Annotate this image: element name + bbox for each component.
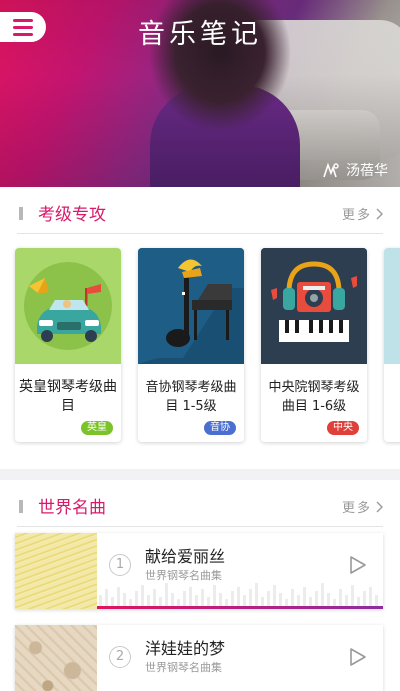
card-title: 中央院钢琴考级曲目 1-6级	[268, 380, 360, 414]
artist-name: 汤蓓华	[346, 163, 388, 179]
section-marker	[19, 207, 23, 220]
app-screen: 音乐笔记 汤蓓华 考级专攻 更多 英皇钢琴考级曲目 英皇 音协钢琴考级曲目 1-…	[0, 0, 400, 691]
exam-card-partial[interactable]	[384, 248, 400, 442]
artist-credit[interactable]: 汤蓓华	[322, 160, 388, 180]
card-artwork	[138, 248, 244, 364]
song-index: 2	[109, 646, 131, 668]
divider	[17, 233, 383, 234]
exam-card-musicians-association[interactable]: 音协钢琴考级曲目 1-5级 音协	[138, 248, 244, 442]
divider	[17, 526, 383, 527]
song-item[interactable]: 2 洋娃娃的梦 世界钢琴名曲集	[15, 625, 383, 691]
section-title: 世界名曲	[38, 498, 106, 518]
section-title: 考级专攻	[38, 205, 106, 225]
exam-section-header: 考级专攻 更多	[0, 187, 400, 239]
song-index: 1	[109, 554, 131, 576]
song-thumbnail	[15, 625, 97, 691]
song-title: 献给爱丽丝	[145, 547, 226, 566]
hero-banner[interactable]: 音乐笔记 汤蓓华	[0, 0, 400, 187]
card-tag: 中央	[327, 421, 359, 435]
section-marker	[19, 500, 23, 513]
card-tag: 英皇	[81, 421, 113, 435]
exam-card-abrsm[interactable]: 英皇钢琴考级曲目 英皇	[15, 248, 121, 442]
more-link[interactable]: 更多	[342, 204, 384, 223]
card-artwork	[261, 248, 367, 364]
song-thumbnail	[15, 533, 97, 609]
more-link[interactable]: 更多	[342, 497, 384, 516]
world-music-section: 世界名曲 更多 1 献给爱丽丝 世界钢琴名曲集 2 洋娃娃的梦 世界钢琴名曲集	[0, 480, 400, 691]
play-icon[interactable]	[349, 647, 367, 667]
song-title: 洋娃娃的梦	[145, 639, 226, 658]
chevron-right-icon	[376, 208, 383, 219]
artist-icon	[323, 162, 339, 178]
exam-card-central-conservatory[interactable]: 中央院钢琴考级曲目 1-6级 中央	[261, 248, 367, 442]
song-item[interactable]: 1 献给爱丽丝 世界钢琴名曲集	[15, 533, 383, 609]
exam-section: 考级专攻 更多 英皇钢琴考级曲目 英皇 音协钢琴考级曲目 1-5级 音协 中央院…	[0, 187, 400, 469]
card-artwork	[384, 248, 400, 364]
card-tag: 音协	[204, 421, 236, 435]
play-icon[interactable]	[349, 555, 367, 575]
card-artwork	[15, 248, 121, 364]
more-label: 更多	[341, 208, 372, 223]
more-label: 更多	[341, 501, 372, 516]
song-progress-bar	[97, 606, 383, 609]
radio-keyboard-illustration-icon	[261, 248, 367, 364]
card-title: 英皇钢琴考级曲目	[19, 379, 117, 414]
song-subtitle: 世界钢琴名曲集	[145, 661, 222, 674]
waveform-decoration	[99, 583, 378, 607]
card-title: 音协钢琴考级曲目 1-5级	[145, 380, 237, 414]
chevron-right-icon	[376, 501, 383, 512]
exam-card-list[interactable]: 英皇钢琴考级曲目 英皇 音协钢琴考级曲目 1-5级 音协 中央院钢琴考级曲目 1…	[15, 248, 400, 442]
car-illustration-icon	[24, 262, 112, 350]
app-title: 音乐笔记	[138, 19, 262, 50]
world-music-section-header: 世界名曲 更多	[0, 480, 400, 532]
piano-illustration-icon	[138, 248, 244, 364]
